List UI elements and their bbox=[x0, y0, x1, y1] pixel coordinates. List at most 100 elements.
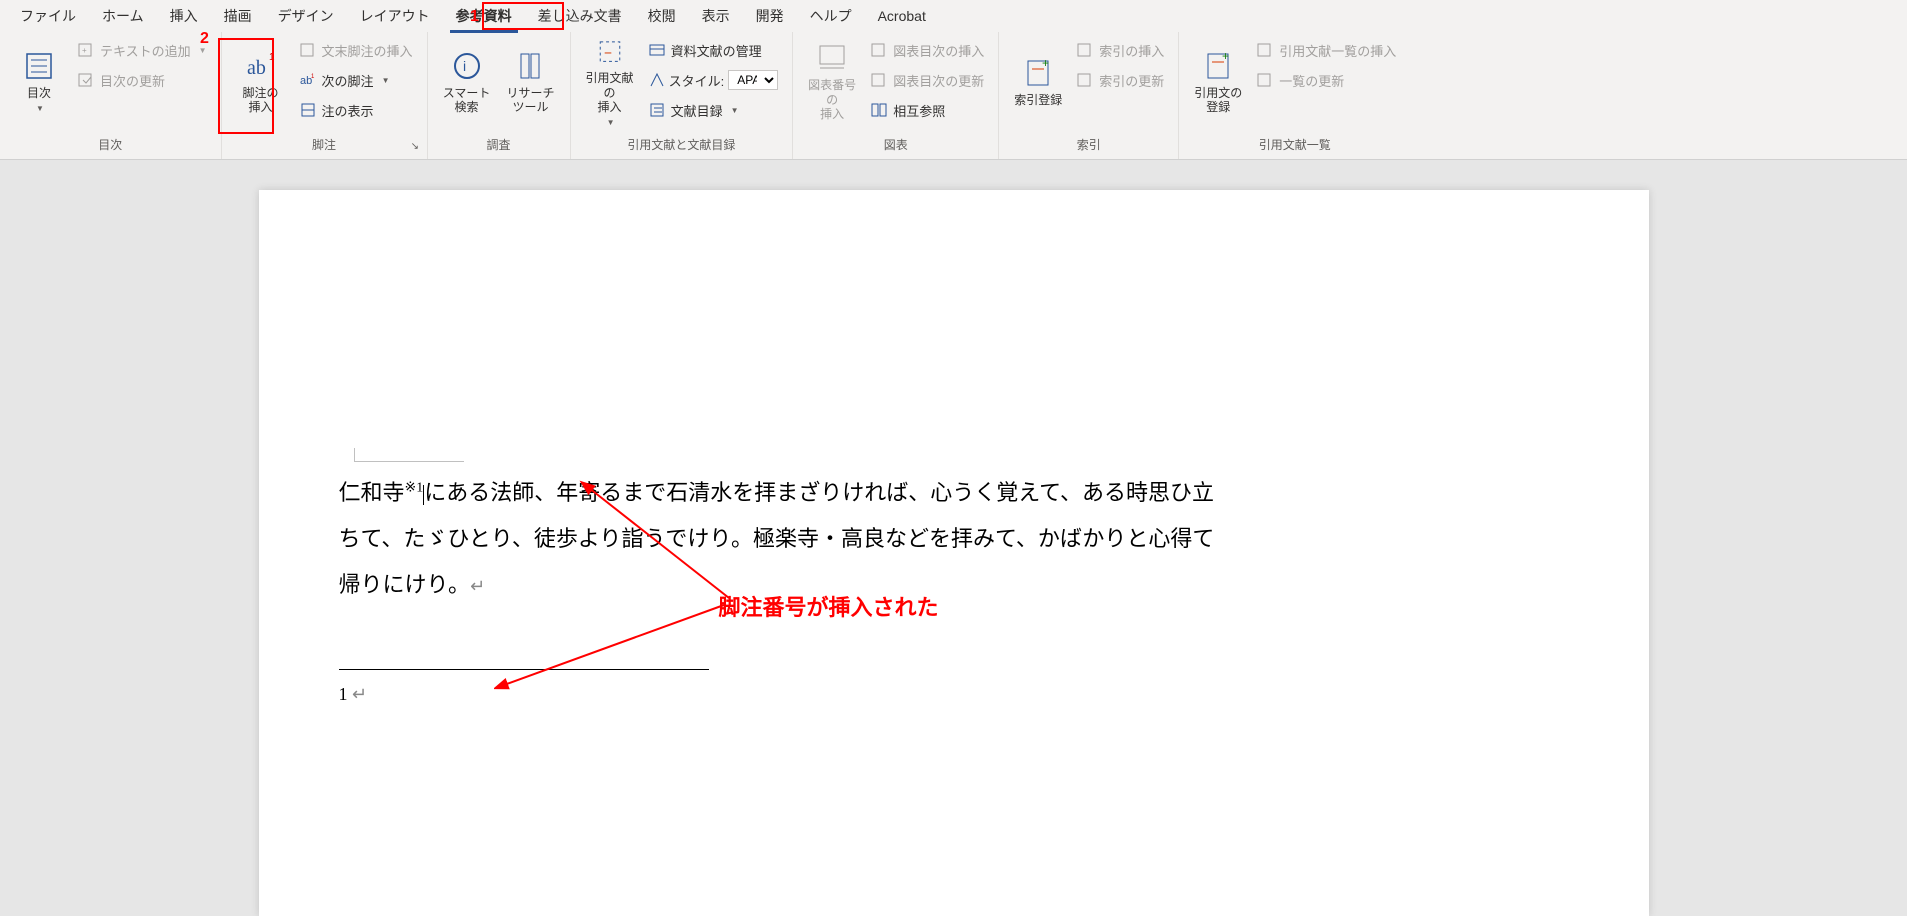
insert-tof-label: 図表目次の挿入 bbox=[893, 41, 984, 60]
endnote-icon bbox=[300, 42, 316, 58]
mark-citation-button[interactable]: + 引用文の 登録 bbox=[1189, 36, 1247, 128]
add-text-label: テキストの追加 bbox=[100, 41, 191, 60]
mark-citation-icon: + bbox=[1202, 50, 1234, 82]
insert-caption-label: 図表番号の 挿入 bbox=[803, 78, 861, 121]
update-toa-button[interactable]: 一覧の更新 bbox=[1253, 66, 1400, 94]
toc-button[interactable]: 目次 ▼ bbox=[10, 36, 68, 128]
group-research-label: 調査 bbox=[438, 132, 560, 159]
insert-footnote-button[interactable]: ab1 脚注の 挿入 bbox=[232, 36, 290, 128]
tab-file[interactable]: ファイル bbox=[8, 0, 88, 32]
bibliography-icon bbox=[649, 102, 665, 118]
annotation-marker-1: 1 bbox=[470, 8, 479, 26]
toc-icon bbox=[23, 50, 55, 82]
smart-lookup-button[interactable]: i スマート 検索 bbox=[438, 36, 496, 128]
manage-sources-icon bbox=[649, 42, 665, 58]
update-toc-label: 目次の更新 bbox=[100, 71, 165, 90]
tab-acrobat[interactable]: Acrobat bbox=[866, 2, 938, 30]
show-notes-label: 注の表示 bbox=[322, 101, 374, 120]
mark-index-entry-button[interactable]: + 索引登録 bbox=[1009, 36, 1067, 128]
insert-toa-button[interactable]: 引用文献一覧の挿入 bbox=[1253, 36, 1400, 64]
researcher-icon bbox=[515, 50, 547, 82]
update-tof-button[interactable]: 図表目次の更新 bbox=[867, 66, 988, 94]
tab-draw[interactable]: 描画 bbox=[212, 0, 264, 32]
smart-lookup-icon: i bbox=[451, 50, 483, 82]
group-captions: 図表番号の 挿入 図表目次の挿入 図表目次の更新 相互参照 図表 bbox=[793, 32, 999, 159]
cross-ref-button[interactable]: 相互参照 bbox=[867, 96, 988, 124]
smart-lookup-label: スマート 検索 bbox=[443, 86, 491, 115]
cross-ref-label: 相互参照 bbox=[893, 101, 945, 120]
svg-text:ab: ab bbox=[247, 57, 266, 79]
document-page[interactable]: 仁和寺※1にある法師、年寄るまで石清水を拝まざりければ、心うく覚えて、ある時思ひ… bbox=[259, 190, 1649, 916]
tab-layout[interactable]: レイアウト bbox=[348, 0, 442, 32]
insert-toa-label: 引用文献一覧の挿入 bbox=[1279, 41, 1396, 60]
document-area: 仁和寺※1にある法師、年寄るまで石清水を拝まざりければ、心うく覚えて、ある時思ひ… bbox=[0, 160, 1907, 916]
tab-references[interactable]: 参考資料 bbox=[444, 0, 524, 32]
footnote-icon: ab1 bbox=[245, 50, 277, 82]
group-authorities: + 引用文の 登録 引用文献一覧の挿入 一覧の更新 引用文献一覧 bbox=[1179, 32, 1410, 159]
mark-citation-label: 引用文の 登録 bbox=[1194, 86, 1242, 115]
tab-review[interactable]: 校閲 bbox=[636, 0, 688, 32]
add-text-button[interactable]: + テキストの追加 ▼ bbox=[74, 36, 211, 64]
doc-text-2: にある法師、年寄るまで石清水を拝まざりければ、心うく覚えて、ある時思ひ立 bbox=[424, 480, 1214, 505]
style-label: スタイル: bbox=[669, 71, 725, 90]
update-tof-label: 図表目次の更新 bbox=[893, 71, 984, 90]
insert-citation-label: 引用文献の 挿入 bbox=[581, 71, 639, 114]
svg-text:−: − bbox=[604, 45, 612, 60]
update-index-icon bbox=[1077, 72, 1093, 88]
insert-footnote-label: 脚注の 挿入 bbox=[243, 86, 279, 115]
group-footnotes: ab1 脚注の 挿入 文末脚注の挿入 ab1 次の脚注 ▼ 注の表示 脚 bbox=[222, 32, 428, 159]
chevron-down-icon: ▼ bbox=[36, 104, 44, 114]
footnote-separator bbox=[339, 669, 709, 670]
tab-help[interactable]: ヘルプ bbox=[798, 0, 864, 32]
tof-icon bbox=[871, 42, 887, 58]
group-citations: − 引用文献の 挿入 ▼ 資料文献の管理 スタイル: APA bbox=[571, 32, 794, 159]
svg-text:+: + bbox=[1042, 57, 1049, 70]
doc-text-3: ちて、たゞひとり、徒歩より詣うでけり。極楽寺・高良などを拝みて、かばかりと心得て bbox=[339, 526, 1215, 551]
next-footnote-button[interactable]: ab1 次の脚注 ▼ bbox=[296, 66, 417, 94]
group-captions-label: 図表 bbox=[803, 132, 988, 159]
insert-tof-button[interactable]: 図表目次の挿入 bbox=[867, 36, 988, 64]
update-toc-button[interactable]: 目次の更新 bbox=[74, 66, 211, 94]
update-index-label: 索引の更新 bbox=[1099, 71, 1164, 90]
tab-insert[interactable]: 挿入 bbox=[158, 0, 210, 32]
footnote-area[interactable]: 1 ↵ bbox=[339, 684, 1569, 705]
svg-text:1: 1 bbox=[311, 74, 315, 80]
svg-text:+: + bbox=[82, 46, 87, 55]
insert-endnote-button[interactable]: 文末脚注の挿入 bbox=[296, 36, 417, 64]
document-body[interactable]: 仁和寺※1にある法師、年寄るまで石清水を拝まざりければ、心うく覚えて、ある時思ひ… bbox=[339, 470, 1569, 609]
tab-mailings[interactable]: 差し込み文書 bbox=[526, 0, 634, 32]
insert-caption-button[interactable]: 図表番号の 挿入 bbox=[803, 36, 861, 128]
show-notes-button[interactable]: 注の表示 bbox=[296, 96, 417, 124]
bibliography-button[interactable]: 文献目録 ▼ bbox=[645, 96, 783, 124]
footnote-reference-mark[interactable]: ※1 bbox=[405, 481, 424, 496]
tab-developer[interactable]: 開発 bbox=[744, 0, 796, 32]
insert-index-label: 索引の挿入 bbox=[1099, 41, 1164, 60]
insert-index-button[interactable]: 索引の挿入 bbox=[1073, 36, 1168, 64]
citation-style-select[interactable]: APA bbox=[728, 70, 778, 90]
chevron-down-icon: ▼ bbox=[382, 76, 390, 85]
group-authorities-label: 引用文献一覧 bbox=[1189, 132, 1400, 159]
group-citations-label: 引用文献と文献目録 bbox=[581, 132, 783, 159]
next-footnote-icon: ab1 bbox=[300, 72, 316, 88]
update-toa-label: 一覧の更新 bbox=[1279, 71, 1344, 90]
tab-home[interactable]: ホーム bbox=[90, 0, 156, 32]
researcher-button[interactable]: リサーチ ツール bbox=[502, 36, 560, 128]
insert-citation-button[interactable]: − 引用文献の 挿入 ▼ bbox=[581, 36, 639, 128]
annotation-marker-2: 2 bbox=[200, 30, 209, 48]
footnotes-launcher[interactable]: ↘ bbox=[411, 141, 423, 153]
group-toc-label: 目次 bbox=[10, 132, 211, 159]
group-index: + 索引登録 索引の挿入 索引の更新 索引 bbox=[999, 32, 1179, 159]
doc-text-4: 帰りにけり。 bbox=[339, 572, 471, 597]
add-text-icon: + bbox=[78, 42, 94, 58]
mark-entry-label: 索引登録 bbox=[1014, 93, 1062, 107]
insert-endnote-label: 文末脚注の挿入 bbox=[322, 41, 413, 60]
toc-label: 目次 bbox=[27, 86, 51, 100]
update-index-button[interactable]: 索引の更新 bbox=[1073, 66, 1168, 94]
show-notes-icon bbox=[300, 102, 316, 118]
bibliography-label: 文献目録 bbox=[671, 101, 723, 120]
manage-sources-button[interactable]: 資料文献の管理 bbox=[645, 36, 783, 64]
tab-view[interactable]: 表示 bbox=[690, 0, 742, 32]
group-toc: 目次 ▼ + テキストの追加 ▼ 目次の更新 目次 bbox=[0, 32, 222, 159]
tab-design[interactable]: デザイン bbox=[266, 0, 346, 32]
cross-ref-icon bbox=[871, 102, 887, 118]
